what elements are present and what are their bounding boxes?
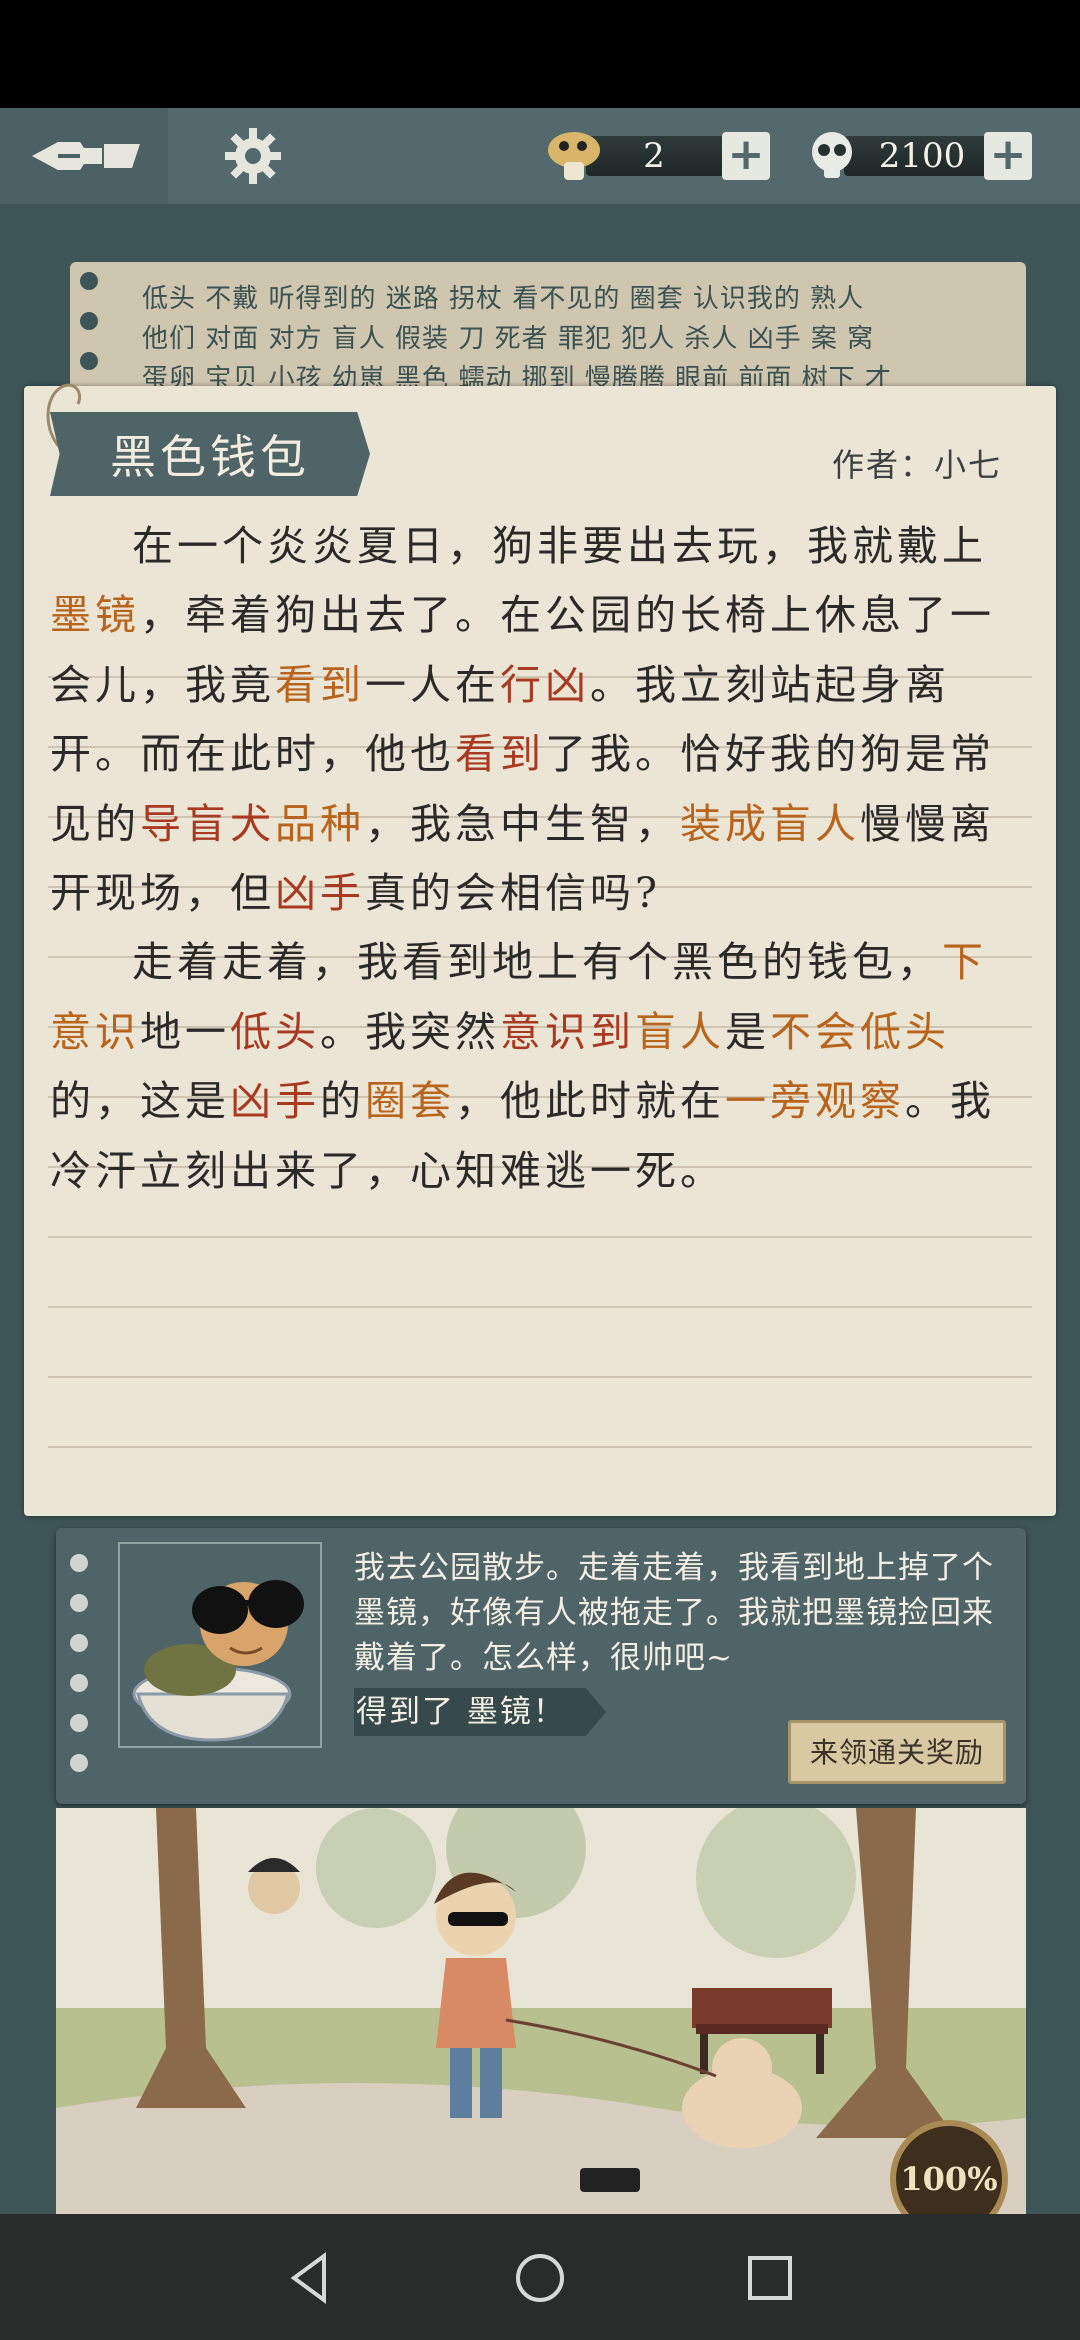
story-paragraph-1: 在一个炎炎夏日，狗非要出去玩，我就戴上墨镜，牵着狗出去了。在公园的长椅上休息了一… bbox=[50, 512, 1010, 928]
got-item-banner: 得到了 墨镜！ bbox=[354, 1688, 606, 1736]
keyword-highlight[interactable]: 装成盲人 bbox=[680, 800, 860, 848]
keyword-highlight[interactable]: 不会低头 bbox=[770, 1008, 950, 1056]
keyword-highlight[interactable]: 凶手 bbox=[275, 869, 365, 917]
coin-currency: 2100 + bbox=[804, 130, 1034, 182]
top-left-panel bbox=[0, 108, 168, 204]
story-title: 黑色钱包 bbox=[110, 430, 310, 484]
story-text-segment: ，我急中生智， bbox=[365, 799, 680, 848]
ring bbox=[70, 1554, 88, 1572]
story-author: 作者：小七 bbox=[831, 446, 1002, 484]
coin-add-button[interactable]: + bbox=[984, 132, 1032, 180]
keyword-highlight[interactable]: 行凶 bbox=[500, 661, 590, 709]
hint-add-button[interactable]: + bbox=[722, 132, 770, 180]
home-icon[interactable] bbox=[510, 2248, 570, 2308]
story-text-segment: 地一 bbox=[140, 1007, 230, 1056]
ring bbox=[70, 1714, 88, 1732]
keyword-highlight[interactable]: 品种 bbox=[275, 800, 365, 848]
keyword-highlight[interactable]: 凶手 bbox=[230, 1077, 320, 1125]
ring bbox=[70, 1594, 88, 1612]
coin-count: 2100 bbox=[878, 136, 966, 176]
story-text-segment: 在一个炎炎夏日，狗非要出去玩，我就戴上 bbox=[132, 522, 987, 570]
ring bbox=[70, 1674, 88, 1692]
word-list-notebook: 低头 不戴 听得到的 迷路 拐杖 看不见的 圈套 认识我的 熟人 他们 对面 对… bbox=[70, 262, 1026, 392]
claim-reward-button[interactable]: 来领通关奖励 bbox=[788, 1720, 1006, 1784]
android-nav-bar bbox=[0, 2214, 1080, 2340]
settings-gear-icon[interactable] bbox=[218, 124, 288, 188]
hint-count: 2 bbox=[643, 136, 665, 176]
story-text: 在一个炎炎夏日，狗非要出去玩，我就戴上墨镜，牵着狗出去了。在公园的长椅上休息了一… bbox=[50, 512, 1010, 1206]
story-paragraph-2: 走着走着，我看到地上有个黑色的钱包，下意识地一低头。我突然意识到盲人是不会低头的… bbox=[50, 928, 1010, 1206]
keyword-highlight[interactable]: 看到 bbox=[275, 661, 365, 709]
keyword-highlight[interactable]: 意识到 bbox=[500, 1008, 635, 1056]
hint-currency: 2 + bbox=[546, 130, 776, 182]
story-text-segment: 。我突然 bbox=[320, 1007, 500, 1056]
keyword-highlight[interactable]: 看到 bbox=[455, 730, 545, 778]
keyword-highlight[interactable]: 墨镜 bbox=[50, 591, 140, 639]
ring bbox=[80, 272, 98, 290]
word-row-2: 他们 对面 对方 盲人 假装 刀 死者 罪犯 犯人 杀人 凶手 案 窝 bbox=[142, 324, 875, 354]
keyword-highlight[interactable]: 盲人 bbox=[635, 1008, 725, 1056]
keyword-highlight[interactable]: 一旁观察 bbox=[725, 1077, 905, 1125]
keyword-highlight[interactable]: 低头 bbox=[230, 1008, 320, 1056]
story-text-segment: 一人在 bbox=[365, 660, 500, 709]
park-scene-illustration bbox=[56, 1808, 1026, 2214]
ring bbox=[80, 352, 98, 370]
story-text-segment: 真的会相信吗? bbox=[365, 869, 661, 918]
keyword-highlight[interactable]: 导盲犬 bbox=[140, 800, 275, 848]
ring bbox=[80, 312, 98, 330]
ring bbox=[70, 1634, 88, 1652]
story-title-banner: 黑色钱包 bbox=[50, 412, 370, 496]
word-row-1: 低头 不戴 听得到的 迷路 拐杖 看不见的 圈套 认识我的 熟人 bbox=[142, 284, 865, 314]
back-icon[interactable] bbox=[280, 2248, 340, 2308]
back-pen-icon[interactable] bbox=[26, 128, 146, 184]
skull-coin-icon bbox=[804, 130, 860, 182]
story-text-segment: 走着走着，我看到地上有个黑色的钱包， bbox=[132, 938, 942, 987]
story-text-segment: ，他此时就在 bbox=[455, 1077, 725, 1126]
turtle-sunglasses-picture bbox=[118, 1542, 322, 1748]
ring bbox=[70, 1754, 88, 1772]
mushroom-hint-icon bbox=[546, 130, 602, 182]
notebook-rings bbox=[80, 272, 100, 392]
reward-message: 我去公园散步。走着走着，我看到地上掉了个墨镜，好像有人被拖走了。我就把墨镜捡回来… bbox=[354, 1550, 994, 1676]
story-text-segment: 的 bbox=[320, 1077, 365, 1126]
story-text-segment: 的，这是 bbox=[50, 1077, 230, 1126]
top-bar: 2 + 2100 + bbox=[0, 108, 1080, 204]
reward-panel: 我去公园散步。走着走着，我看到地上掉了个墨镜，好像有人被拖走了。我就把墨镜捡回来… bbox=[56, 1528, 1026, 1804]
story-text-segment: 是 bbox=[725, 1007, 770, 1056]
status-bar bbox=[0, 0, 1080, 108]
recents-icon[interactable] bbox=[740, 2248, 800, 2308]
keyword-highlight[interactable]: 圈套 bbox=[365, 1077, 455, 1125]
